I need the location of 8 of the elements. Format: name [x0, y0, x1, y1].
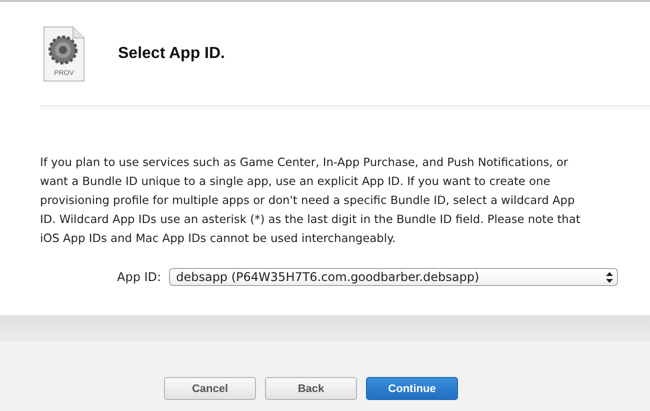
secondary-button[interactable]: Cancel [164, 377, 256, 400]
app-id-select[interactable]: debsapp (P64W35H7T6.com.goodbarber.debsapp) [169, 268, 618, 286]
description-text: If you plan to use services such as Game Center, In-App Purchase, and Push Notifications, or want a Bundle ID unique to a single app, use an explicit App ID. If you want to create one provisioning profile for multiple apps or don't need a specific Bundle ID, select a wildcard App ID. Wildcard App IDs use an asterisk (*) as the last digit in the Bundle ID field. Please note that iOS App IDs and Mac App IDs cannot be used interchangeably. [40, 154, 582, 247]
secondary-button[interactable]: Back [265, 377, 357, 400]
continue-button[interactable]: Continue [366, 377, 458, 400]
updown-arrows-icon [606, 272, 613, 282]
app-id-label: App ID: [117, 270, 162, 284]
page-title: Select App ID. [118, 45, 225, 63]
